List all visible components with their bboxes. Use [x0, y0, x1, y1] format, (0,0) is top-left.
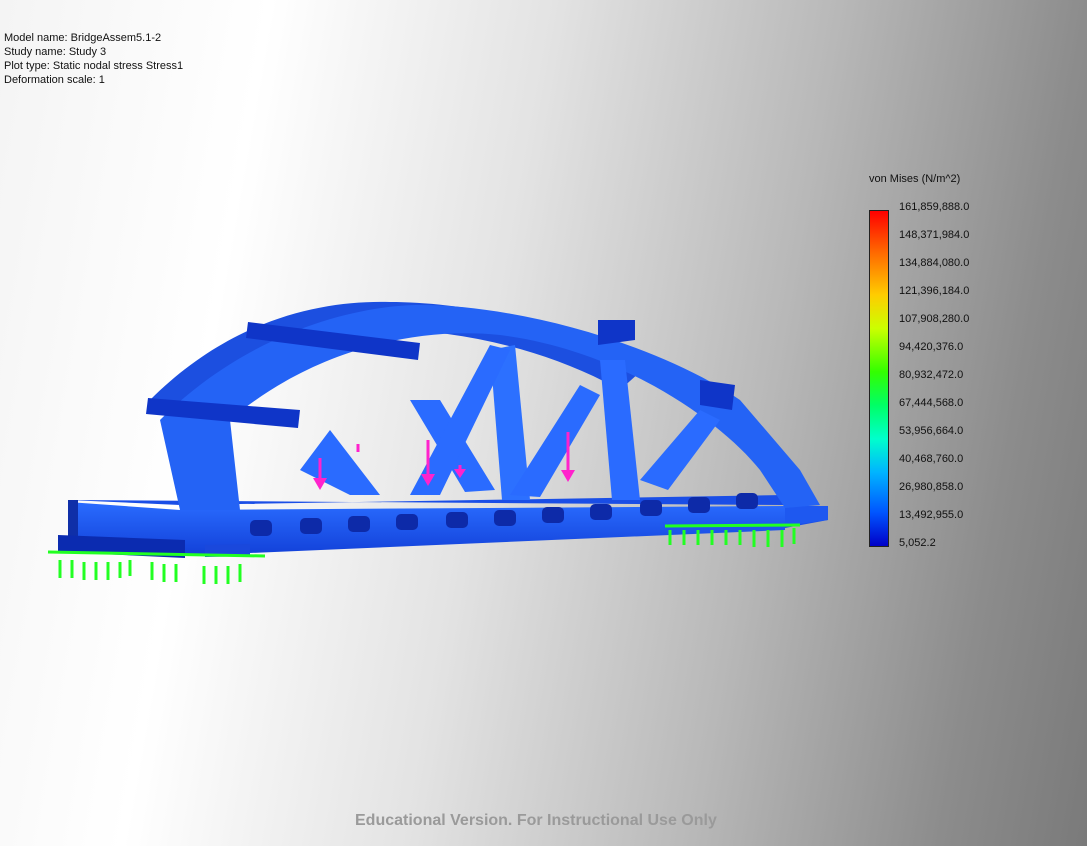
legend-label: 148,371,984.0 [899, 229, 970, 241]
educational-watermark: Educational Version. For Instructional U… [355, 812, 717, 829]
legend-label: 94,420,376.0 [899, 341, 964, 353]
legend-label: 53,956,664.0 [899, 425, 964, 437]
legend-label: 5,052.2 [899, 537, 936, 549]
legend-label: 121,396,184.0 [899, 285, 970, 297]
legend-label: 161,859,888.0 [899, 201, 970, 213]
bridge-model [58, 301, 828, 558]
legend-label: 40,468,760.0 [899, 453, 964, 465]
legend-label: 67,444,568.0 [899, 397, 964, 409]
legend-label: 13,492,955.0 [899, 509, 964, 521]
stress-color-scale [869, 210, 889, 547]
legend-label: 107,908,280.0 [899, 313, 970, 325]
legend-label: 26,980,858.0 [899, 481, 964, 493]
model-viewport[interactable] [0, 0, 1087, 846]
legend-title: von Mises (N/m^2) [869, 173, 961, 185]
legend-label: 134,884,080.0 [899, 257, 970, 269]
legend-label: 80,932,472.0 [899, 369, 964, 381]
